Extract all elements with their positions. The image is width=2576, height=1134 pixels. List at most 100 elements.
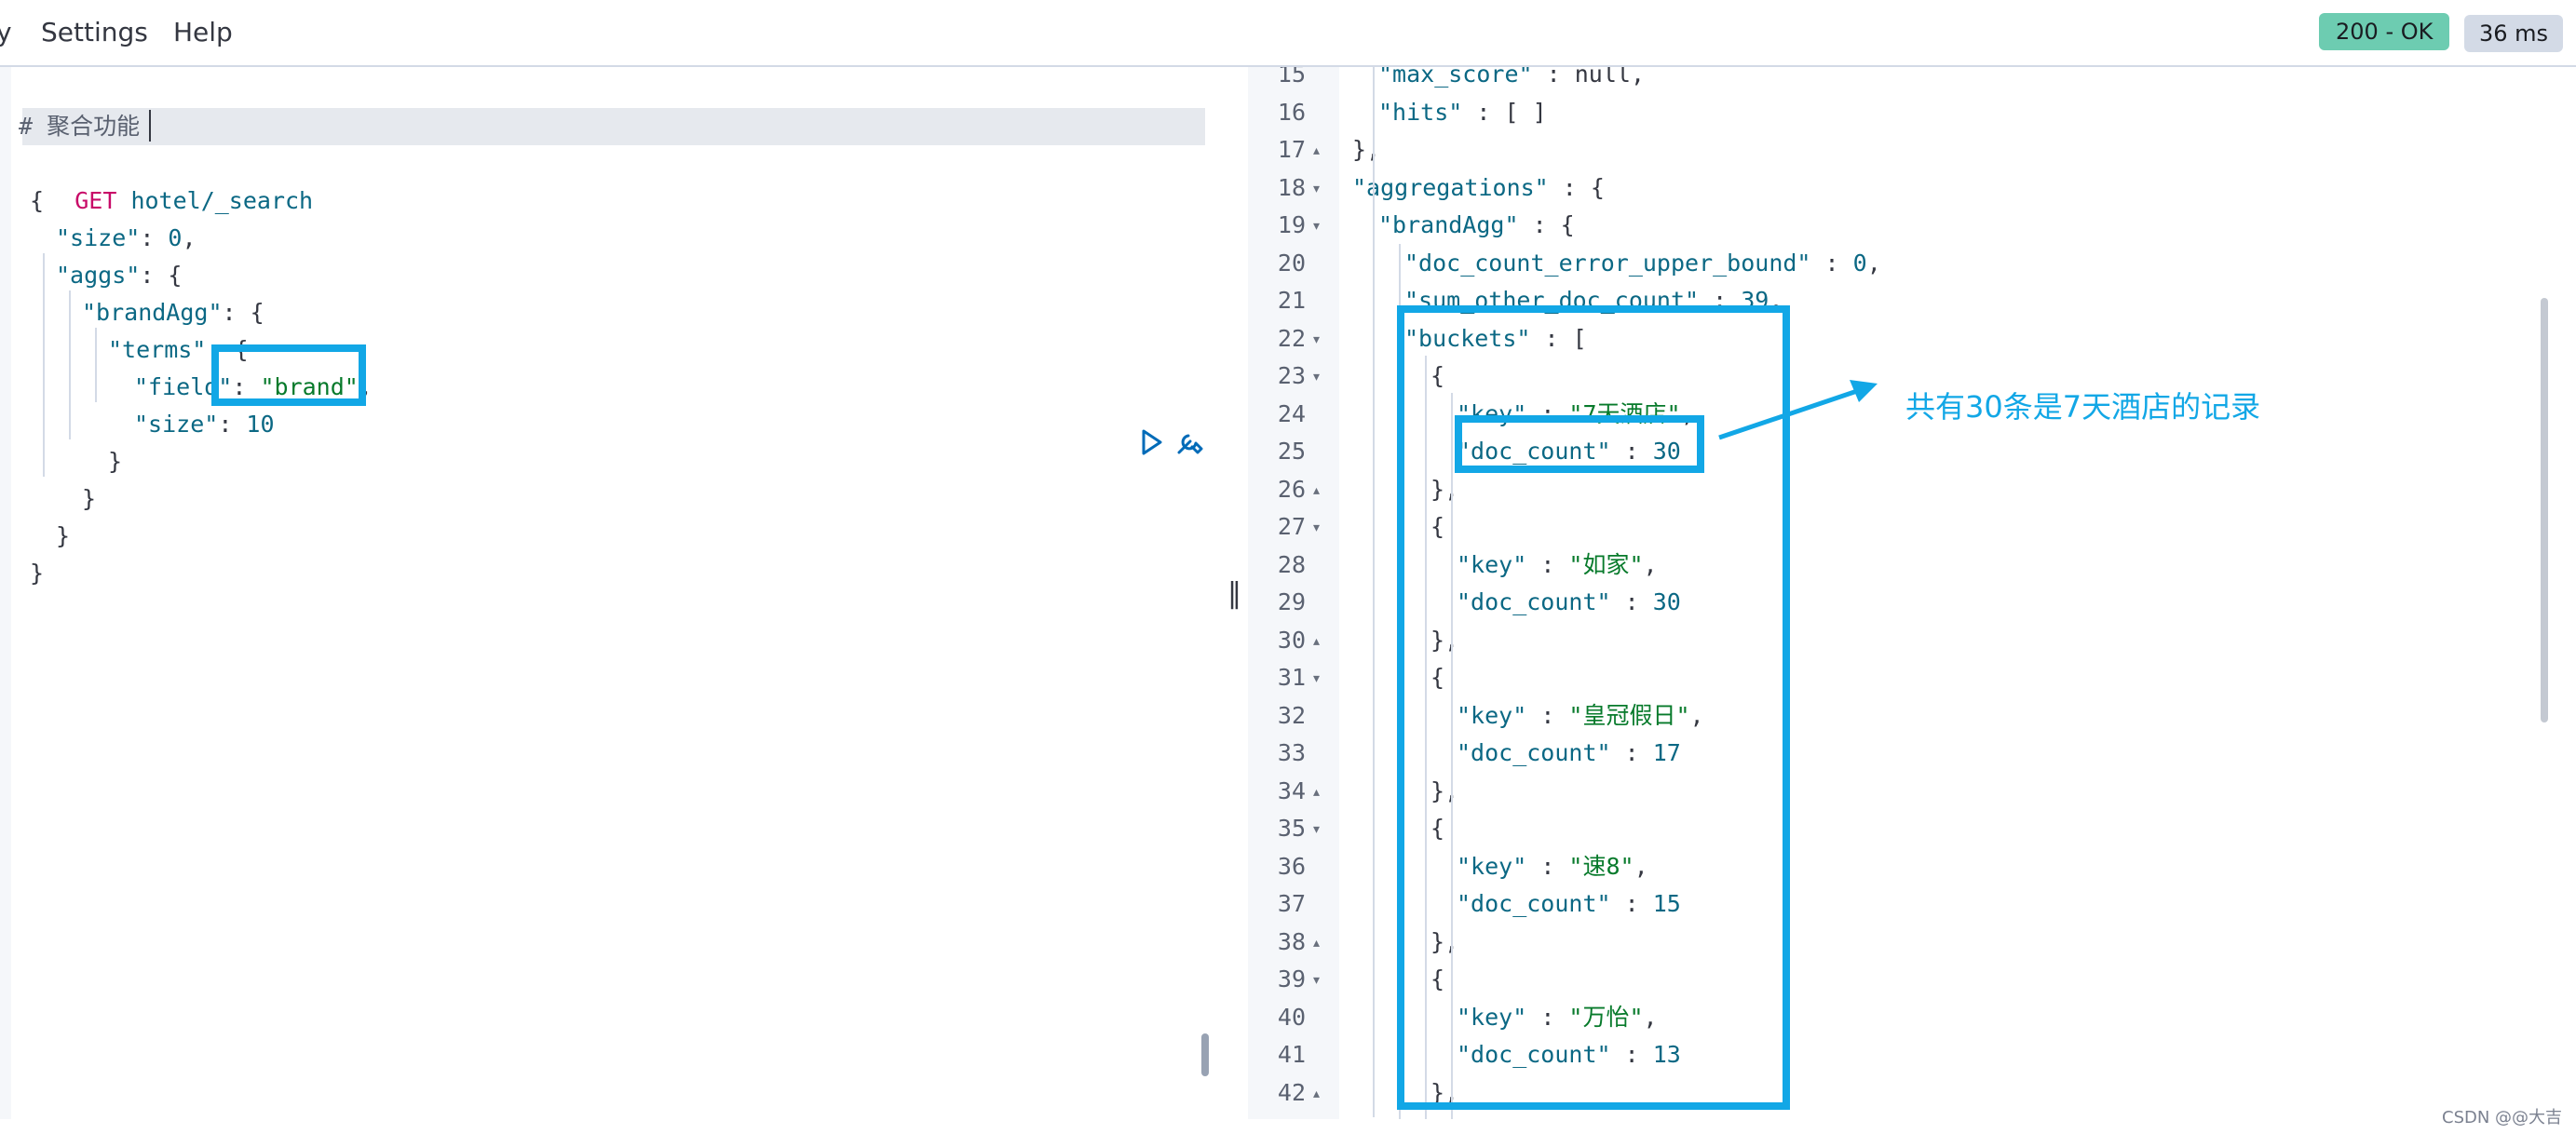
- token-pun: : {: [222, 299, 264, 326]
- fold-close-icon[interactable]: ▴: [1313, 924, 1320, 961]
- annotation-arrow-icon: [1718, 380, 1878, 440]
- line-number: 38: [1277, 927, 1306, 955]
- line-number: 15: [1277, 67, 1306, 88]
- token-pun: :: [1810, 249, 1853, 277]
- active-line-highlight: [22, 108, 1205, 145]
- line-number: 30: [1277, 626, 1306, 654]
- line-number: 34: [1277, 776, 1306, 804]
- token-key: "size": [56, 224, 141, 251]
- indent-guide: [69, 290, 71, 439]
- fold-open-icon[interactable]: ▾: [1313, 358, 1320, 395]
- token-key: "max_score": [1378, 67, 1533, 88]
- token-pun: :: [140, 224, 169, 251]
- fold-open-icon[interactable]: ▾: [1313, 1112, 1320, 1119]
- line-number: 28: [1277, 550, 1306, 578]
- play-icon[interactable]: [1140, 428, 1164, 461]
- annotation-text: 共有30条是7天酒店的记录: [1905, 389, 2261, 425]
- fold-open-icon[interactable]: ▾: [1313, 508, 1320, 546]
- indent-guide: [43, 253, 45, 477]
- line-number: 26: [1277, 475, 1306, 503]
- line-number: 43: [1248, 1112, 1306, 1119]
- fold-close-icon[interactable]: ▴: [1313, 1074, 1320, 1112]
- line-number: 24: [1277, 399, 1306, 427]
- token-key: "doc_count_error_upper_bound": [1404, 249, 1811, 277]
- line-number: 36: [1277, 852, 1306, 880]
- line-number: 41: [1277, 1041, 1306, 1068]
- line-number: 37: [1277, 890, 1306, 917]
- token-pun: ,: [1630, 67, 1646, 88]
- request-comment: # 聚合功能: [19, 113, 141, 140]
- fold-close-icon[interactable]: ▴: [1313, 131, 1320, 169]
- line-number: 42: [1277, 1078, 1306, 1106]
- token-pun: {: [30, 187, 45, 214]
- line-number: 21: [1277, 287, 1306, 314]
- fold-open-icon[interactable]: ▾: [1313, 207, 1320, 244]
- token-key: "aggregations": [1352, 173, 1549, 201]
- token-pun: {: [1430, 1116, 1444, 1119]
- response-code-line: "max_score" : null,: [1378, 67, 1645, 93]
- fold-open-icon[interactable]: ▾: [1313, 659, 1320, 696]
- response-scrollbar[interactable]: [2541, 298, 2548, 722]
- fold-close-icon[interactable]: ▴: [1313, 471, 1320, 508]
- fold-open-icon[interactable]: ▾: [1313, 320, 1320, 358]
- token-pun: ,: [182, 224, 197, 251]
- token-key: "size": [134, 411, 219, 438]
- request-path: hotel/_search: [130, 187, 314, 214]
- token-pun: : {: [1548, 173, 1605, 201]
- token-key: "brandAgg": [1378, 211, 1519, 238]
- request-editor[interactable]: # 聚合功能 GET hotel/_search {"size": 0, "agg…: [0, 67, 1222, 1119]
- request-code-line: }: [56, 518, 70, 555]
- resizer-handle-icon[interactable]: ‖: [1227, 577, 1241, 610]
- fold-close-icon[interactable]: ▴: [1313, 622, 1320, 659]
- wrench-icon[interactable]: [1173, 426, 1205, 463]
- request-code-line: "aggs": {: [56, 257, 182, 294]
- request-scrollbar[interactable]: [1201, 1033, 1209, 1076]
- line-number: 23: [1277, 362, 1306, 389]
- request-code-line: "brandAgg": {: [82, 294, 264, 331]
- token-pun: :: [218, 411, 247, 438]
- request-code-line: "size": 10: [134, 406, 275, 443]
- token-pun: }: [82, 485, 97, 512]
- text-cursor: [149, 110, 151, 142]
- fold-close-icon[interactable]: ▴: [1313, 773, 1320, 810]
- token-pun: : {: [1518, 211, 1575, 238]
- token-pun: : {: [140, 262, 183, 289]
- line-number: 27: [1277, 513, 1306, 540]
- menu-item-help[interactable]: Help: [173, 17, 233, 47]
- token-pun: ,: [1866, 249, 1881, 277]
- fold-open-icon[interactable]: ▾: [1313, 961, 1320, 998]
- token-pun: : [ ]: [1462, 98, 1547, 126]
- response-time-badge: 36 ms: [2464, 15, 2564, 52]
- indent-guide: [95, 328, 97, 402]
- fold-open-icon[interactable]: ▾: [1313, 169, 1320, 207]
- request-code-line: {: [30, 182, 44, 220]
- menu-bar: y Settings Help 200 - OK 36 ms: [0, 0, 2576, 67]
- response-code-line: "hits" : [ ]: [1378, 94, 1547, 131]
- token-key: "terms": [108, 336, 207, 363]
- line-number: 25: [1277, 438, 1306, 465]
- line-number: 29: [1277, 588, 1306, 615]
- menu-item-history[interactable]: y: [0, 17, 12, 47]
- line-number: 18: [1277, 173, 1306, 201]
- token-num: 0: [168, 224, 183, 251]
- line-number: 20: [1277, 249, 1306, 277]
- request-method: GET: [75, 187, 117, 214]
- response-code-line: "brandAgg" : {: [1378, 207, 1575, 244]
- token-key: "brandAgg": [82, 299, 223, 326]
- menu-item-settings[interactable]: Settings: [41, 17, 148, 47]
- token-pun: :: [1532, 67, 1575, 88]
- response-code-line: "aggregations" : {: [1352, 169, 1605, 207]
- token-pun: },: [1352, 136, 1381, 163]
- line-number: 17: [1277, 136, 1306, 163]
- line-number: 33: [1277, 739, 1306, 766]
- token-key: "aggs": [56, 262, 141, 289]
- token-num: 0: [1852, 249, 1867, 277]
- line-number: 31: [1277, 664, 1306, 691]
- fold-open-icon[interactable]: ▾: [1313, 810, 1320, 847]
- token-key: "hits": [1378, 98, 1463, 126]
- field-highlight-box: [211, 344, 366, 406]
- line-number: 16: [1277, 98, 1306, 126]
- token-pun: }: [108, 448, 123, 475]
- line-number: 39: [1277, 965, 1306, 992]
- token-pun: }: [30, 560, 45, 587]
